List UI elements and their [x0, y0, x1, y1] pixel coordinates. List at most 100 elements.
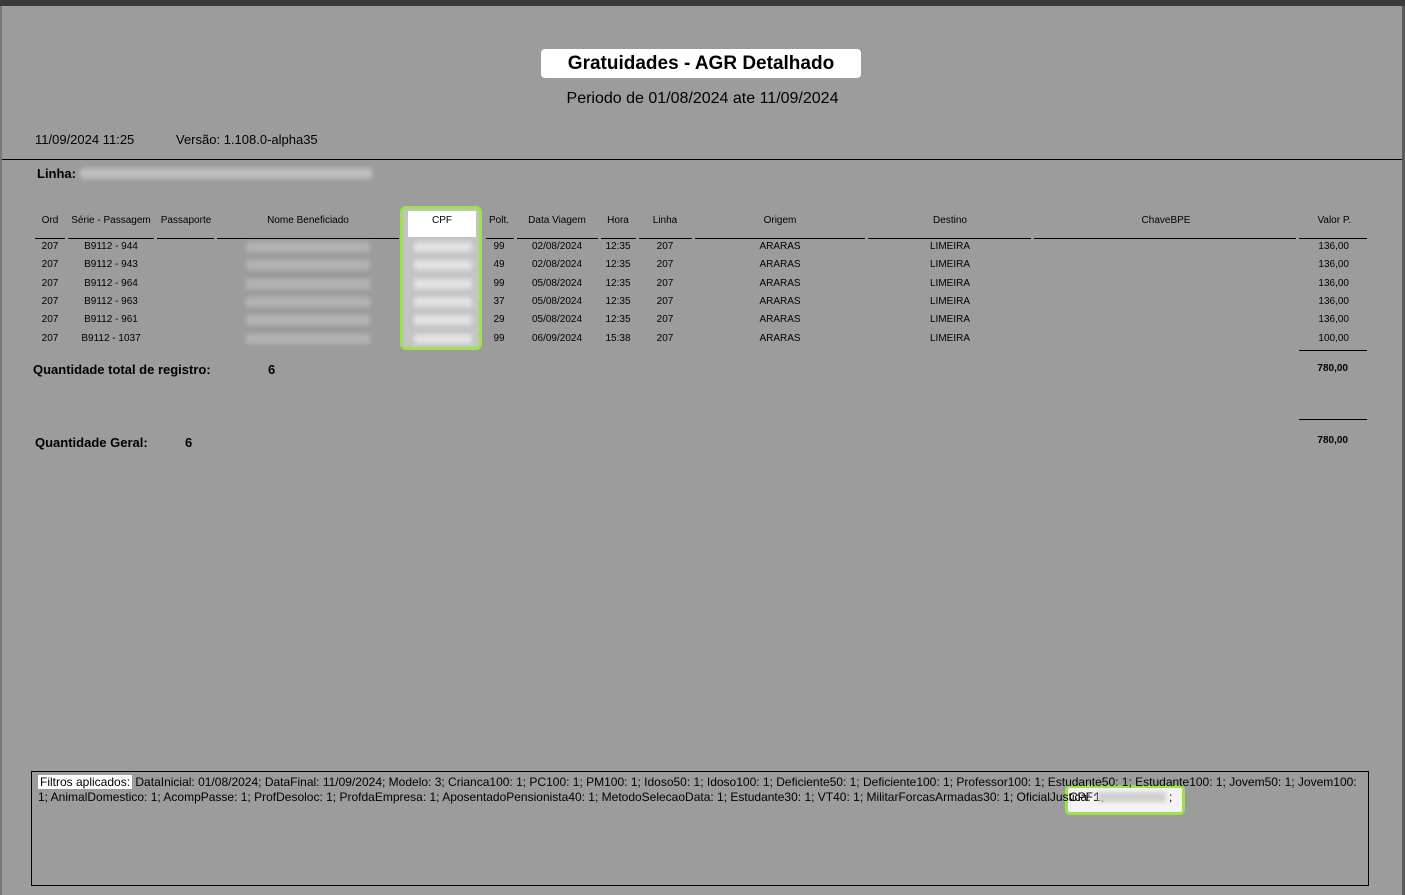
- col-header-hora: Hora: [607, 215, 629, 226]
- cell-polt: 29: [493, 314, 505, 325]
- linha-label: Linha:: [37, 166, 76, 181]
- cell-serie: B9112 - 943: [84, 259, 138, 270]
- col-header-valor: Valor P.: [1317, 215, 1351, 226]
- cell-data: 02/08/2024: [531, 259, 583, 270]
- cell-origem: ARARAS: [759, 314, 801, 325]
- cell-destino: LIMEIRA: [929, 296, 971, 307]
- cell-linha: 207: [656, 278, 674, 289]
- cell-ord: 207: [41, 259, 59, 270]
- total-registro-count: 6: [268, 362, 276, 377]
- cell-cpf-redacted: [414, 260, 472, 270]
- header-rule: [695, 238, 865, 239]
- header-rule: [601, 238, 636, 239]
- col-header-origem: Origem: [763, 215, 797, 226]
- cell-serie: B9112 - 944: [84, 241, 138, 252]
- header-rule: [868, 238, 1031, 239]
- header-rule: [35, 238, 65, 239]
- col-header-serie: Série - Passagem: [71, 215, 151, 226]
- cell-polt: 99: [493, 241, 505, 252]
- cell-nome-redacted: [246, 242, 370, 252]
- cell-polt: 99: [493, 278, 505, 289]
- col-header-cpf: CPF: [432, 215, 452, 226]
- total-geral-label: Quantidade Geral:: [35, 435, 148, 450]
- cell-valor: 100,00: [1318, 333, 1349, 344]
- cell-hora: 12:35: [605, 278, 631, 289]
- report-version: Versão: 1.108.0-alpha35: [176, 132, 318, 147]
- total-geral-sum: 780,00: [1317, 435, 1348, 446]
- header-rule: [68, 238, 154, 239]
- cell-valor: 136,00: [1318, 278, 1349, 289]
- cell-hora: 12:35: [605, 241, 631, 252]
- cell-ord: 207: [41, 333, 59, 344]
- cell-hora: 15:38: [605, 333, 631, 344]
- header-rule: [1299, 238, 1367, 239]
- cell-hora: 12:35: [605, 296, 631, 307]
- col-header-destino: Destino: [933, 215, 967, 226]
- cell-origem: ARARAS: [759, 259, 801, 270]
- cell-serie: B9112 - 963: [84, 296, 138, 307]
- cell-cpf-redacted: [414, 297, 472, 307]
- cell-origem: ARARAS: [759, 296, 801, 307]
- header-rule: [639, 238, 692, 239]
- header-rule: [217, 238, 399, 239]
- cell-linha: 207: [656, 333, 674, 344]
- total-geral-count: 6: [185, 435, 193, 450]
- cell-cpf-redacted: [414, 334, 472, 344]
- col-header-nome: Nome Beneficiado: [267, 215, 349, 226]
- subtotal-rule: [1299, 350, 1367, 351]
- window-top-strip: [0, 0, 1405, 6]
- cell-data: 06/09/2024: [531, 333, 583, 344]
- cell-polt: 37: [493, 296, 505, 307]
- col-header-chave: ChaveBPE: [1141, 215, 1191, 226]
- cell-cpf-redacted: [414, 242, 472, 252]
- cell-hora: 12:35: [605, 259, 631, 270]
- cell-nome-redacted: [246, 334, 370, 344]
- cell-polt: 49: [493, 259, 505, 270]
- total-registro-sum: 780,00: [1317, 363, 1348, 374]
- cell-data: 02/08/2024: [531, 241, 583, 252]
- col-header-data: Data Viagem: [528, 215, 586, 226]
- cell-origem: ARARAS: [759, 333, 801, 344]
- filter-cpf-redacted: [1098, 792, 1166, 802]
- cell-valor: 136,00: [1318, 241, 1349, 252]
- report-period: Periodo de 01/08/2024 ate 11/09/2024: [566, 90, 839, 107]
- col-header-polt: Polt.: [488, 215, 510, 226]
- cell-serie: B9112 - 964: [84, 278, 138, 289]
- cell-ord: 207: [41, 278, 59, 289]
- filters-label: Filtros aplicados:: [38, 775, 133, 789]
- cell-serie: B9112 - 961: [84, 314, 138, 325]
- cell-nome-redacted: [246, 315, 370, 325]
- linha-value-redacted: [80, 168, 372, 179]
- cell-destino: LIMEIRA: [929, 333, 971, 344]
- report-title: Gratuidades - AGR Detalhado: [541, 49, 861, 78]
- cell-nome-redacted: [246, 279, 370, 289]
- cell-nome-redacted: [246, 297, 370, 307]
- filter-cpf-label: CPF:: [1069, 790, 1097, 804]
- cell-ord: 207: [41, 314, 59, 325]
- cell-destino: LIMEIRA: [929, 241, 971, 252]
- col-header-linha: Linha: [652, 215, 678, 226]
- cell-linha: 207: [656, 241, 674, 252]
- header-rule: [517, 238, 598, 239]
- cell-destino: LIMEIRA: [929, 314, 971, 325]
- cell-ord: 207: [41, 296, 59, 307]
- cell-valor: 136,00: [1318, 259, 1349, 270]
- cell-cpf-redacted: [414, 315, 472, 325]
- report-timestamp: 11/09/2024 11:25: [35, 132, 135, 147]
- cell-cpf-redacted: [414, 279, 472, 289]
- grand-total-rule: [1299, 419, 1367, 420]
- cell-hora: 12:35: [605, 314, 631, 325]
- cell-linha: 207: [656, 259, 674, 270]
- col-header-passaporte: Passaporte: [160, 215, 212, 226]
- cell-nome-redacted: [246, 260, 370, 270]
- cell-destino: LIMEIRA: [929, 259, 971, 270]
- cell-linha: 207: [656, 314, 674, 325]
- cell-origem: ARARAS: [759, 241, 801, 252]
- cell-polt: 99: [493, 333, 505, 344]
- page-left-edge: [0, 6, 2, 895]
- col-header-ord: Ord: [41, 215, 59, 226]
- total-registro-label: Quantidade total de registro:: [33, 362, 211, 377]
- cell-serie: B9112 - 1037: [81, 333, 141, 344]
- cell-data: 05/08/2024: [531, 296, 583, 307]
- cell-data: 05/08/2024: [531, 314, 583, 325]
